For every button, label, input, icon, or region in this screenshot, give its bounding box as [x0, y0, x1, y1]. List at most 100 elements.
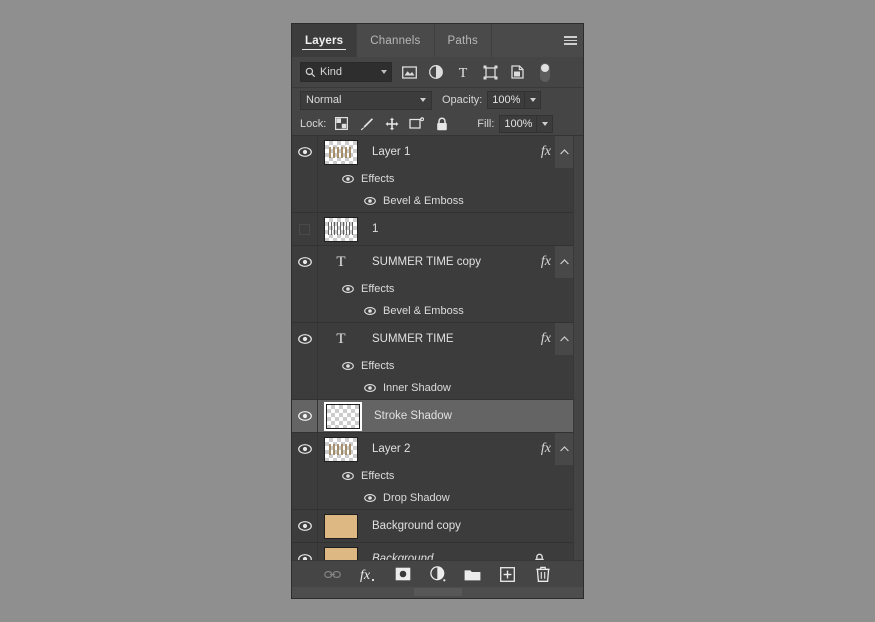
layer-thumbnail-type[interactable]: T: [324, 250, 358, 275]
layer-name[interactable]: Background: [372, 553, 534, 560]
chevron-up-icon: [560, 259, 569, 265]
layer-name[interactable]: SUMMER TIME copy: [372, 256, 541, 268]
effect-item-row[interactable]: Inner Shadow: [292, 377, 583, 399]
eye-icon: [298, 411, 312, 421]
tab-layers[interactable]: Layers: [292, 24, 357, 57]
filter-smart-object-icon[interactable]: [509, 64, 525, 80]
filter-type-layers-icon[interactable]: T: [455, 64, 471, 80]
layer-visibility-toggle[interactable]: [292, 323, 318, 355]
effects-row[interactable]: Effects: [292, 168, 583, 190]
opacity-stepper-button[interactable]: [525, 91, 541, 109]
layer-locked-icon[interactable]: [534, 553, 545, 561]
table-row[interactable]: Layer 1 fx: [292, 136, 583, 168]
filter-enable-toggle[interactable]: [540, 63, 550, 82]
effects-visibility-toggle[interactable]: [340, 362, 356, 370]
layer-expand-toggle[interactable]: [555, 433, 573, 465]
eye-column-spacer: [292, 300, 318, 322]
effects-visibility-toggle[interactable]: [340, 175, 356, 183]
table-row[interactable]: Background: [292, 543, 583, 560]
layer-thumbnail-type[interactable]: T: [324, 327, 358, 352]
table-row[interactable]: T SUMMER TIME fx: [292, 323, 583, 355]
panel-resize-strip[interactable]: [292, 587, 583, 598]
lock-image-pixels-icon[interactable]: [359, 116, 374, 131]
layer-visibility-toggle[interactable]: [292, 213, 318, 245]
lock-transparent-pixels-icon[interactable]: [334, 116, 349, 131]
opacity-input[interactable]: 100%: [487, 91, 525, 109]
chevron-down-icon: [381, 70, 387, 74]
effects-visibility-toggle[interactable]: [340, 285, 356, 293]
tab-paths[interactable]: Paths: [435, 24, 492, 57]
layer-thumbnail[interactable]: [324, 437, 358, 462]
fill-stepper-button[interactable]: [537, 115, 553, 133]
lock-all-icon[interactable]: [434, 116, 449, 131]
eye-icon: [298, 444, 312, 454]
layer-name[interactable]: SUMMER TIME: [372, 333, 541, 345]
layer-name[interactable]: 1: [372, 223, 555, 235]
layer-name[interactable]: Background copy: [372, 520, 555, 532]
new-adjustment-layer-icon[interactable]: [429, 565, 447, 583]
eye-icon: [298, 257, 312, 267]
layer-visibility-toggle[interactable]: [292, 510, 318, 542]
delete-layer-trash-icon[interactable]: [534, 565, 552, 583]
layer-expand-toggle[interactable]: [555, 136, 573, 168]
panel-menu-button[interactable]: [557, 24, 583, 57]
layer-expand-toggle[interactable]: [555, 246, 573, 278]
layer-visibility-toggle[interactable]: [292, 543, 318, 560]
effect-visibility-toggle[interactable]: [362, 197, 378, 205]
effect-item-row[interactable]: Bevel & Emboss: [292, 300, 583, 322]
effects-label: Effects: [361, 360, 394, 372]
layer-thumbnail[interactable]: [324, 217, 358, 242]
hamburger-menu-icon: [564, 34, 577, 47]
layer-fx-badge[interactable]: fx: [541, 254, 551, 270]
table-row[interactable]: T SUMMER TIME copy fx: [292, 246, 583, 278]
lock-position-icon[interactable]: [384, 116, 399, 131]
fill-input[interactable]: 100%: [499, 115, 537, 133]
table-row-selected[interactable]: Stroke Shadow: [292, 400, 583, 432]
layer-visibility-toggle[interactable]: [292, 400, 318, 432]
blend-mode-select[interactable]: Normal: [300, 91, 432, 110]
table-row[interactable]: Background copy: [292, 510, 583, 542]
panel-grabber[interactable]: [414, 588, 462, 596]
layer-fx-badge[interactable]: fx: [541, 331, 551, 347]
layer-visibility-toggle[interactable]: [292, 136, 318, 168]
add-layer-style-fx-icon[interactable]: fx: [359, 565, 377, 583]
link-layers-icon[interactable]: [324, 565, 342, 583]
effect-visibility-toggle[interactable]: [362, 384, 378, 392]
tab-channels[interactable]: Channels: [357, 24, 434, 57]
layer-name[interactable]: Layer 1: [372, 146, 541, 158]
new-group-folder-icon[interactable]: [464, 565, 482, 583]
layer-visibility-toggle[interactable]: [292, 246, 318, 278]
layer-fx-badge[interactable]: fx: [541, 441, 551, 457]
effects-visibility-toggle[interactable]: [340, 472, 356, 480]
filter-pixel-layers-icon[interactable]: [401, 64, 417, 80]
filter-shape-layers-icon[interactable]: [482, 64, 498, 80]
layer-thumbnail[interactable]: [324, 514, 358, 539]
effects-row[interactable]: Effects: [292, 278, 583, 300]
effect-visibility-toggle[interactable]: [362, 307, 378, 315]
eye-icon: [298, 334, 312, 344]
layer-thumbnail[interactable]: [324, 547, 358, 561]
layer-thumbnail[interactable]: [326, 404, 360, 429]
effect-item-row[interactable]: Drop Shadow: [292, 487, 583, 509]
effects-row[interactable]: Effects: [292, 465, 583, 487]
eye-icon: [342, 362, 354, 370]
layer-visibility-toggle[interactable]: [292, 433, 318, 465]
layer-list-scrollbar[interactable]: [573, 136, 583, 560]
effect-item-row[interactable]: Bevel & Emboss: [292, 190, 583, 212]
effects-row[interactable]: Effects: [292, 355, 583, 377]
filter-adjustment-layers-icon[interactable]: [428, 64, 444, 80]
layer-thumbnail[interactable]: [324, 140, 358, 165]
table-row[interactable]: Layer 2 fx: [292, 433, 583, 465]
lock-artboard-nesting-icon[interactable]: [409, 116, 424, 131]
layer-name[interactable]: Layer 2: [372, 443, 541, 455]
layer-list[interactable]: Layer 1 fx Effects: [292, 136, 583, 560]
table-row[interactable]: 1: [292, 213, 583, 245]
layer-fx-badge[interactable]: fx: [541, 144, 551, 160]
effect-visibility-toggle[interactable]: [362, 494, 378, 502]
filter-kind-select[interactable]: Kind: [300, 62, 392, 82]
add-layer-mask-icon[interactable]: [394, 565, 412, 583]
layer-name[interactable]: Stroke Shadow: [374, 410, 555, 422]
layer-expand-toggle[interactable]: [555, 323, 573, 355]
blend-mode-row: Normal Opacity: 100%: [292, 88, 583, 112]
new-layer-icon[interactable]: [499, 565, 517, 583]
